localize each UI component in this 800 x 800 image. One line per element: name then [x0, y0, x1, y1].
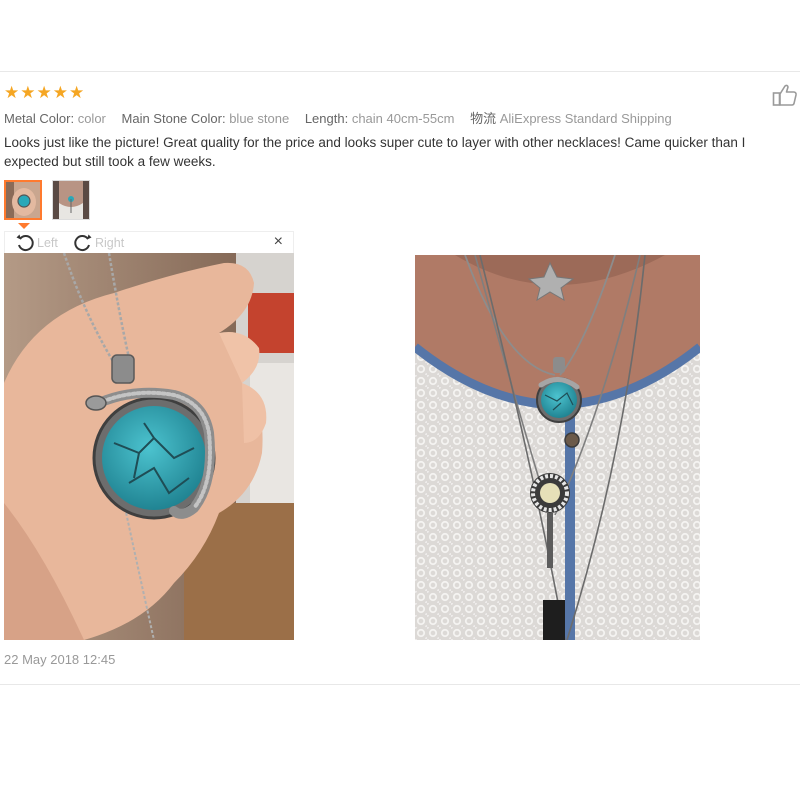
thumbs-up-icon[interactable] [772, 83, 798, 107]
spec-metal-color: Metal Color: color [4, 111, 106, 126]
star-rating: ★ ★ ★ ★ ★ [4, 84, 84, 102]
active-thumbnail-caret [18, 223, 30, 229]
review-photo-worn [415, 255, 700, 640]
review-bottom-divider [0, 684, 800, 685]
review-specs: Metal Color: color Main Stone Color: blu… [4, 108, 684, 127]
rotate-left-button[interactable]: Left [15, 233, 58, 253]
review-top-divider [0, 71, 800, 72]
review-image-thumbnails [4, 180, 90, 220]
spec-shipping: 物流 AliExpress Standard Shipping [470, 111, 672, 126]
image-viewer-toolbar: Left Right × [4, 231, 294, 253]
spec-main-stone-color: Main Stone Color: blue stone [121, 111, 290, 126]
review-image-thumbnail-2[interactable] [52, 180, 90, 220]
rotate-left-label: Left [37, 236, 58, 250]
review-timestamp: 22 May 2018 12:45 [4, 652, 116, 667]
review-photo-enlarged [4, 253, 294, 640]
rotate-left-icon [16, 234, 34, 252]
star-icon: ★ [4, 83, 20, 102]
review-image-thumbnail-1[interactable] [4, 180, 42, 220]
close-icon[interactable]: × [274, 233, 283, 251]
star-icon: ★ [52, 83, 68, 102]
rotate-right-button[interactable]: Right [73, 233, 124, 253]
star-icon: ★ [69, 83, 85, 102]
rotate-right-icon [74, 234, 92, 252]
star-icon: ★ [36, 83, 52, 102]
spec-length: Length: chain 40cm-55cm [304, 111, 455, 126]
star-icon: ★ [20, 83, 36, 102]
review-body: Looks just like the picture! Great quali… [4, 135, 746, 169]
rotate-right-label: Right [95, 236, 125, 250]
